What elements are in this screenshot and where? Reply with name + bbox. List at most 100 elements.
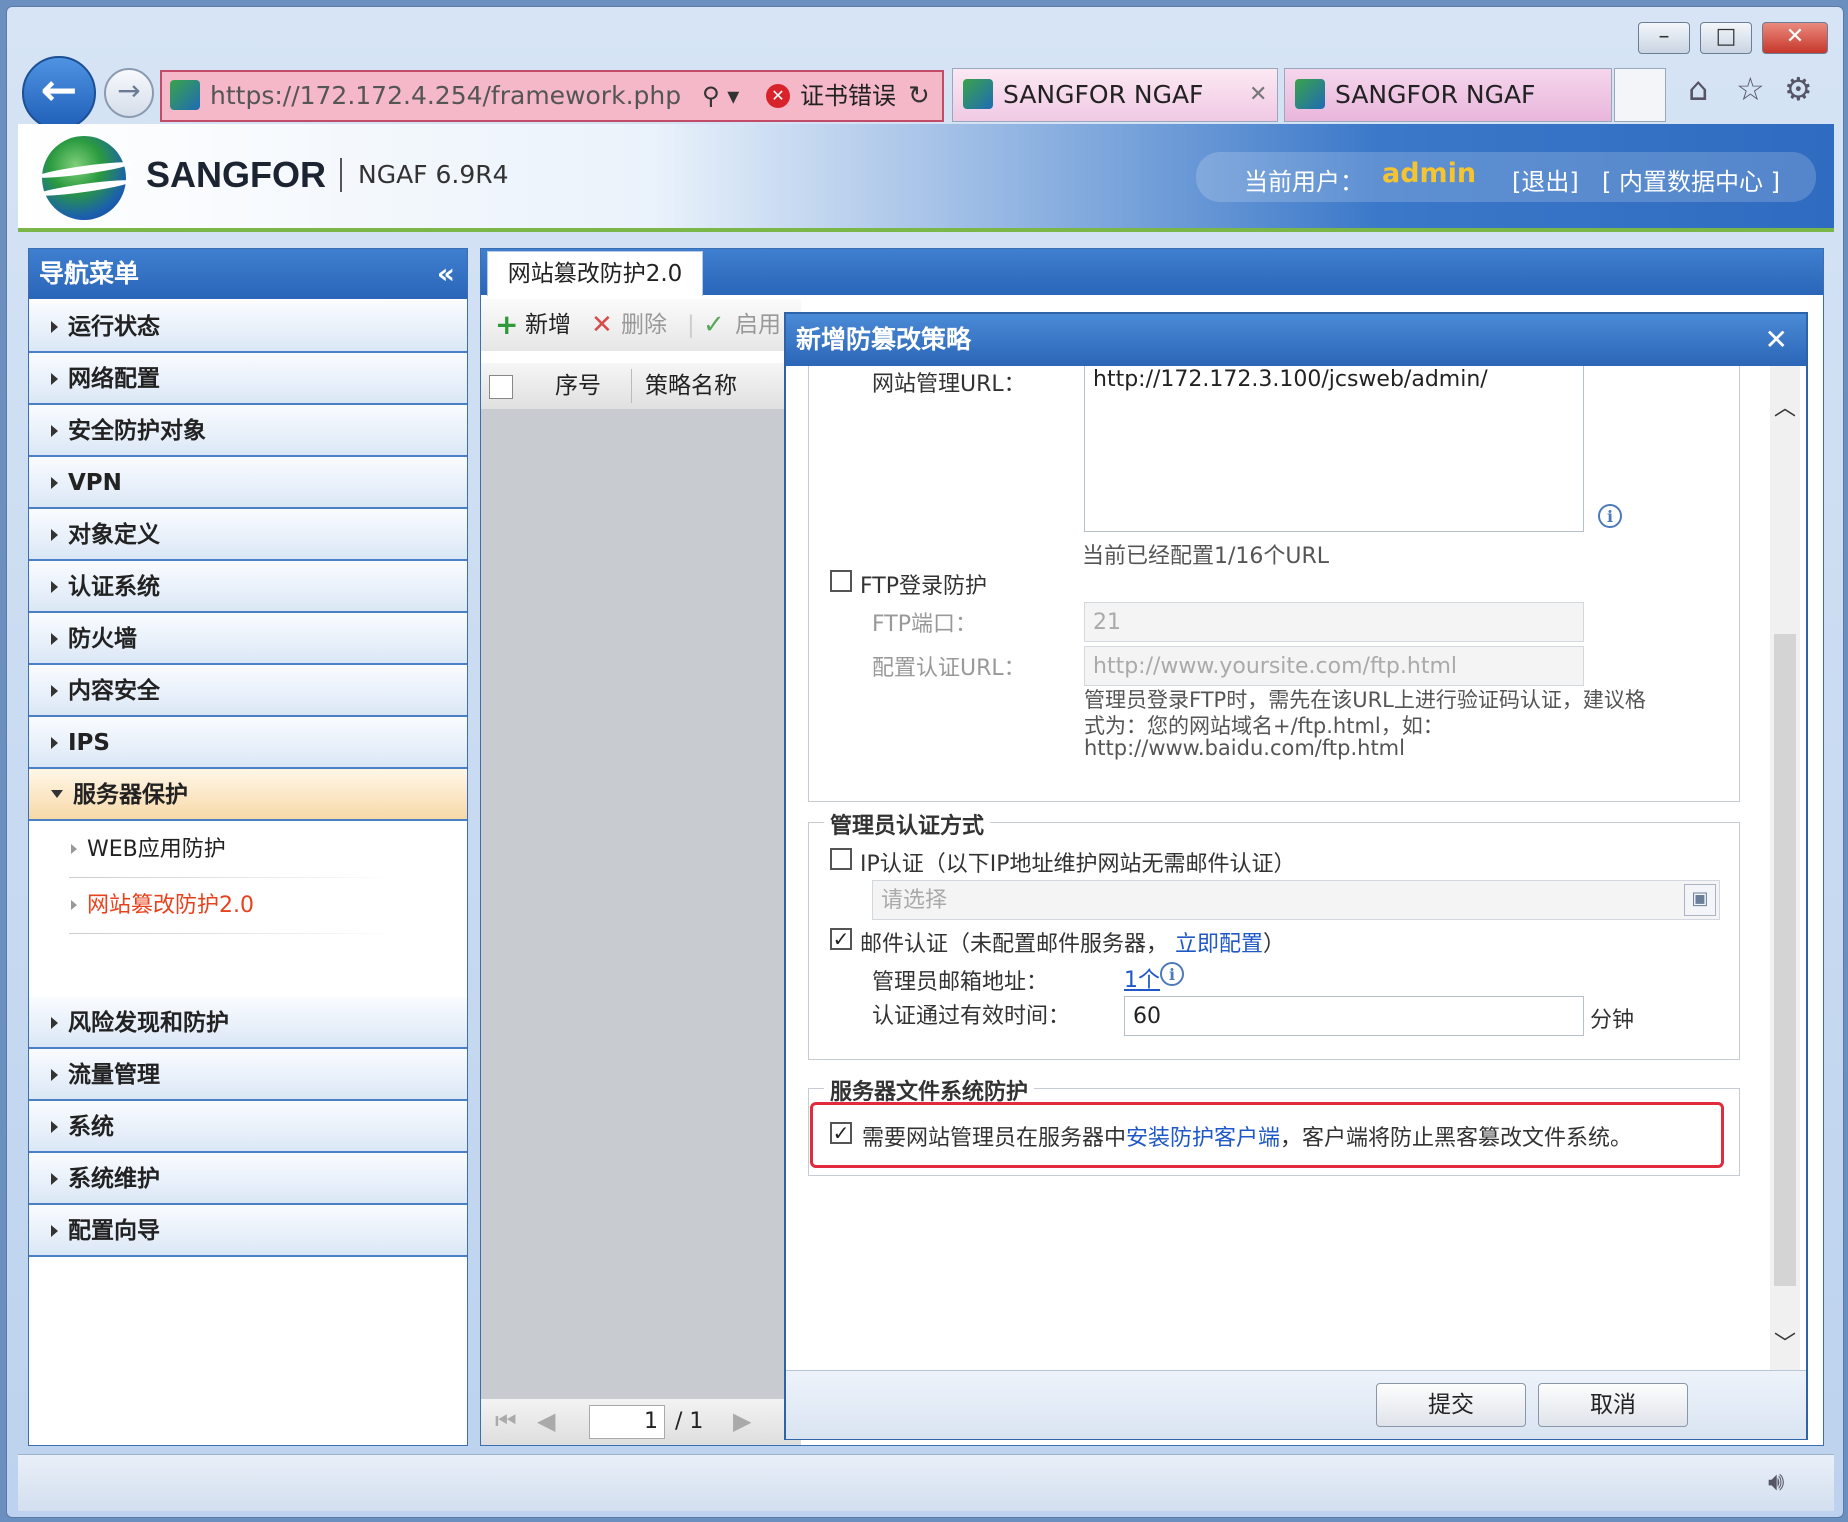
back-button[interactable]: ← bbox=[22, 56, 96, 130]
cancel-button[interactable]: 取消 bbox=[1538, 1383, 1688, 1427]
sidebar-item-server-protection[interactable]: 服务器保护 bbox=[29, 769, 467, 821]
caret-right-icon bbox=[51, 476, 58, 489]
caret-right-icon bbox=[51, 528, 58, 541]
sidebar-item-content-security[interactable]: 内容安全 bbox=[29, 665, 467, 717]
tab-tamper-protection[interactable]: 网站篡改防护2.0 bbox=[487, 251, 703, 296]
sidebar-item-object-definitions[interactable]: 对象定义 bbox=[29, 509, 467, 561]
info-icon[interactable]: i bbox=[1160, 962, 1184, 986]
enable-button[interactable]: 启用 bbox=[735, 299, 781, 351]
caret-right-icon bbox=[51, 372, 58, 385]
sidebar-item-running-status[interactable]: 运行状态 bbox=[29, 301, 467, 353]
dialog-close-icon[interactable]: ✕ bbox=[1765, 314, 1788, 366]
sidebar-item-traffic-management[interactable]: 流量管理 bbox=[29, 1049, 467, 1101]
refresh-icon[interactable]: ↻ bbox=[908, 72, 930, 120]
sidebar-item-label: 服务器保护 bbox=[73, 782, 188, 808]
speaker-icon[interactable]: 🔊︎ bbox=[1768, 1467, 1784, 1498]
forward-button[interactable]: → bbox=[104, 68, 154, 118]
info-icon[interactable]: i bbox=[1598, 504, 1622, 528]
sidebar-item-network-config[interactable]: 网络配置 bbox=[29, 353, 467, 405]
next-page-icon[interactable]: ▶ bbox=[733, 1407, 751, 1435]
url-count-hint: 当前已经配置1/16个URL bbox=[1082, 544, 1330, 569]
prev-page-icon[interactable]: ◀ bbox=[537, 1407, 555, 1435]
select-picker-icon[interactable]: ▣ bbox=[1684, 884, 1716, 916]
site-admin-url-textarea[interactable]: http://172.172.3.100/jcsweb/admin/ bbox=[1084, 366, 1584, 532]
page-input[interactable]: 1 bbox=[589, 1405, 665, 1439]
install-client-link[interactable]: 安装防护客户端 bbox=[1126, 1126, 1280, 1151]
mail-config-link[interactable]: 立即配置 bbox=[1175, 932, 1263, 957]
sidebar-item-label: IPS bbox=[68, 730, 110, 756]
settings-gear-icon[interactable]: ⚙ bbox=[1784, 70, 1813, 108]
column-header-name[interactable]: 策略名称 bbox=[645, 363, 737, 409]
ftp-protect-checkbox[interactable] bbox=[830, 570, 852, 592]
tab-favicon-icon bbox=[1295, 79, 1325, 109]
sidebar-item-vpn[interactable]: VPN bbox=[29, 457, 467, 509]
browser-tab-1[interactable]: SANGFOR NGAF ✕ bbox=[952, 68, 1278, 122]
submit-button[interactable]: 提交 bbox=[1376, 1383, 1526, 1427]
sidebar-item-label: VPN bbox=[68, 470, 122, 496]
product-version: NGAF 6.9R4 bbox=[358, 160, 509, 189]
sidebar-item-label: 对象定义 bbox=[68, 522, 160, 548]
home-icon[interactable]: ⌂ bbox=[1688, 70, 1708, 108]
column-divider bbox=[631, 369, 632, 403]
sidebar-item-risk-discovery[interactable]: 风险发现和防护 bbox=[29, 997, 467, 1049]
brand-divider bbox=[340, 158, 342, 192]
select-all-checkbox[interactable] bbox=[489, 375, 513, 399]
scroll-thumb[interactable] bbox=[1774, 634, 1796, 1286]
favorites-star-icon[interactable]: ☆ bbox=[1736, 70, 1765, 108]
column-header-seq[interactable]: 序号 bbox=[555, 363, 601, 409]
delete-button[interactable]: 删除 bbox=[621, 299, 667, 351]
address-url[interactable]: https://172.172.4.254/framework.php bbox=[210, 72, 681, 120]
caret-right-icon bbox=[51, 1224, 58, 1237]
dialog-title: 新增防篡改策略 bbox=[796, 325, 972, 354]
dialog-scrollbar[interactable]: ︿ ﹀ bbox=[1770, 366, 1800, 1370]
browser-tab-2[interactable]: SANGFOR NGAF 6.9R4 bbox=[1284, 68, 1612, 161]
sidebar-item-ips[interactable]: IPS bbox=[29, 717, 467, 769]
scroll-up-icon[interactable]: ︿ bbox=[1774, 390, 1796, 422]
caret-right-icon bbox=[71, 844, 77, 854]
ip-auth-checkbox[interactable] bbox=[830, 848, 852, 870]
sidebar-item-system[interactable]: 系统 bbox=[29, 1101, 467, 1153]
add-button[interactable]: 新增 bbox=[525, 299, 571, 351]
logout-link[interactable]: [退出] bbox=[1512, 162, 1579, 197]
valid-time-label: 认证通过有效时间： bbox=[872, 1004, 1071, 1029]
tab-favicon-icon bbox=[963, 79, 993, 109]
divider bbox=[69, 877, 399, 878]
dialog-titlebar: 新增防篡改策略 ✕ bbox=[786, 314, 1806, 366]
scroll-down-icon[interactable]: ﹀ bbox=[1774, 1326, 1796, 1358]
collapse-icon[interactable]: « bbox=[437, 249, 455, 299]
sidebar-item-label: 运行状态 bbox=[68, 314, 160, 340]
auth-url-input[interactable]: http://www.yoursite.com/ftp.html bbox=[1084, 646, 1584, 686]
caret-right-icon bbox=[71, 900, 77, 910]
maximize-button[interactable]: □ bbox=[1700, 22, 1752, 54]
sidebar-item-maintenance[interactable]: 系统维护 bbox=[29, 1153, 467, 1205]
ftp-port-input[interactable]: 21 bbox=[1084, 602, 1584, 642]
sidebar-subitem-tamper-protection[interactable]: 网站篡改防护2.0 bbox=[29, 879, 467, 933]
valid-time-input[interactable]: 60 bbox=[1124, 996, 1584, 1036]
username: admin bbox=[1382, 158, 1477, 189]
fs-protection-checkbox[interactable]: ✓ bbox=[830, 1122, 852, 1144]
fs-protection-label: 需要网站管理员在服务器中安装防护客户端，客户端将防止黑客篡改文件系统。 bbox=[862, 1120, 1632, 1152]
cert-error-label[interactable]: 证书错误 bbox=[800, 72, 896, 120]
new-tab-button[interactable] bbox=[1614, 68, 1666, 122]
sidebar-item-firewall[interactable]: 防火墙 bbox=[29, 613, 467, 665]
window-close-button[interactable]: ✕ bbox=[1762, 22, 1828, 54]
datacenter-link[interactable]: [ 内置数据中心 ] bbox=[1602, 162, 1780, 197]
add-policy-dialog: 新增防篡改策略 ✕ 网站管理URL： http://172.172.3.100/… bbox=[784, 312, 1808, 1440]
sidebar-item-protected-objects[interactable]: 安全防护对象 bbox=[29, 405, 467, 457]
minimize-button[interactable]: – bbox=[1638, 22, 1690, 54]
sidebar-item-auth-system[interactable]: 认证系统 bbox=[29, 561, 467, 613]
tab-close-icon[interactable]: ✕ bbox=[1249, 69, 1267, 121]
auth-url-label: 配置认证URL： bbox=[872, 656, 1026, 681]
toolbar: + 新增 ✕ 删除 | ✓ 启用 bbox=[481, 299, 801, 351]
admin-mail-count-link[interactable]: 1个 bbox=[1124, 962, 1160, 994]
sidebar-subitem-web-protection[interactable]: WEB应用防护 bbox=[29, 823, 467, 877]
mail-auth-checkbox[interactable]: ✓ bbox=[830, 928, 852, 950]
ftp-hint-line-3: http://www.baidu.com/ftp.html bbox=[1084, 736, 1405, 760]
sidebar-item-config-wizard[interactable]: 配置向导 bbox=[29, 1205, 467, 1257]
first-page-icon[interactable]: ⏮ bbox=[495, 1407, 517, 1435]
caret-right-icon bbox=[51, 1172, 58, 1185]
sidebar-item-label: 系统 bbox=[68, 1114, 114, 1140]
ip-select-input[interactable]: 请选择 bbox=[872, 880, 1720, 920]
address-bar[interactable]: https://172.172.4.254/framework.php ⚲ ▾ … bbox=[160, 70, 944, 122]
search-icon[interactable]: ⚲ ▾ bbox=[702, 72, 739, 120]
